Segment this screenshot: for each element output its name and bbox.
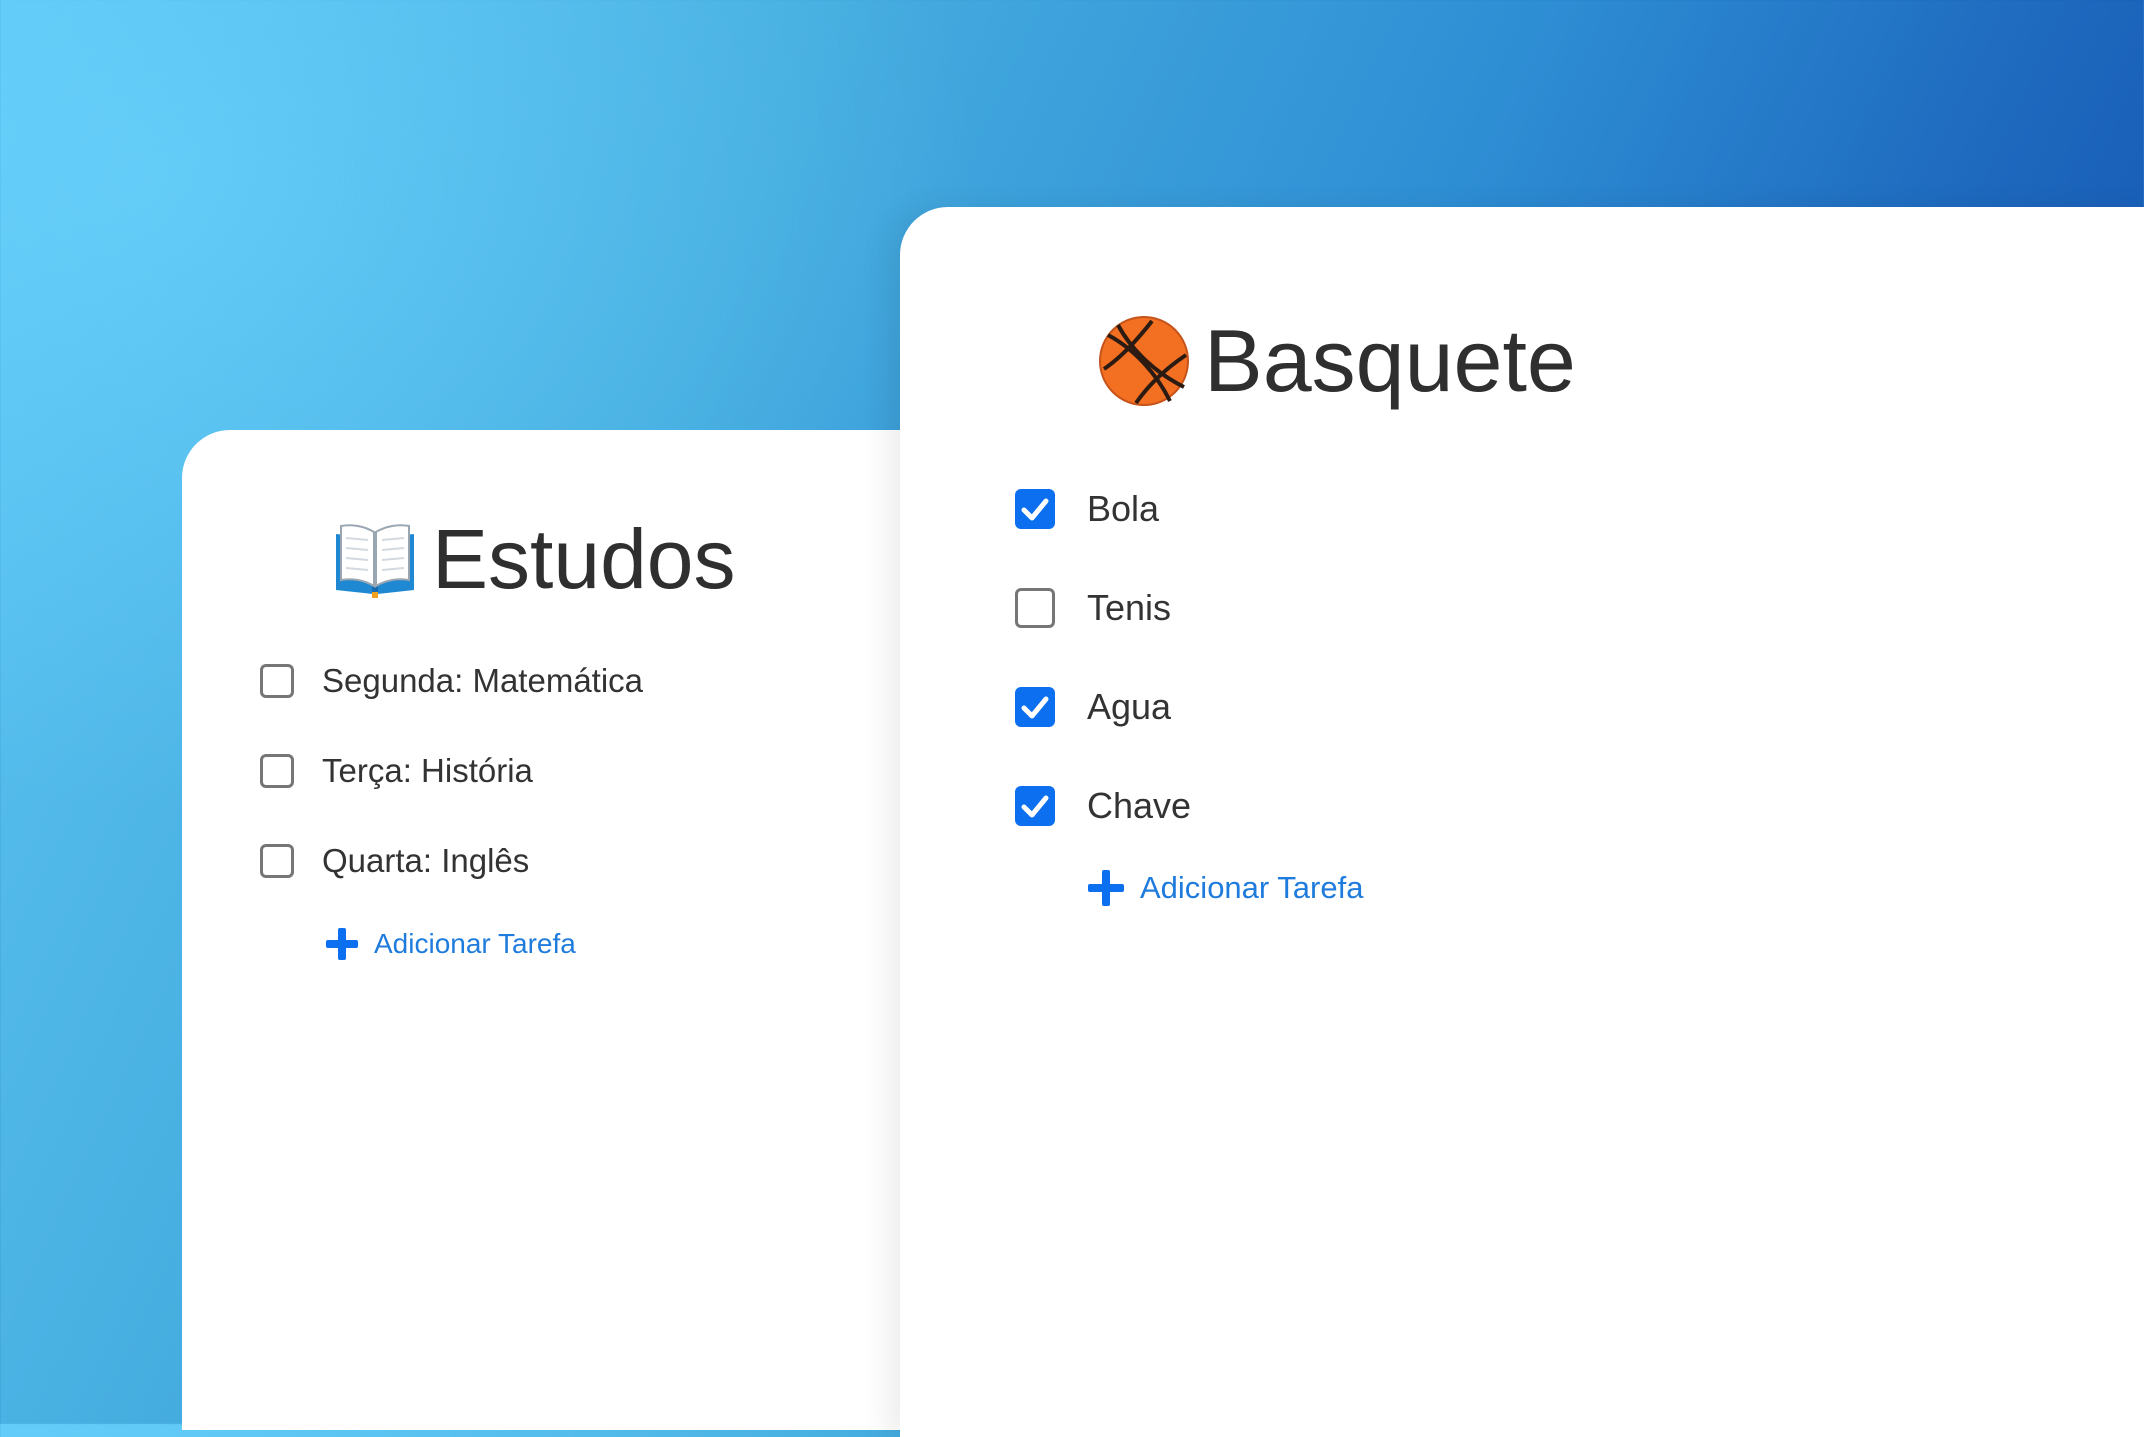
plus-icon: [1086, 868, 1126, 908]
estudos-task-list: Segunda: Matemática Terça: História Quar…: [260, 636, 643, 906]
task-label: Tenis: [1087, 586, 1172, 628]
task-item: Agua: [1015, 657, 1191, 756]
task-label: Segunda: Matemática: [322, 662, 644, 699]
estudos-card: Estudos Segunda: Matemática Terça: Histó…: [182, 430, 942, 1430]
task-item: Chave: [1015, 756, 1191, 855]
basquete-task-list: Bola Tenis Agua Chave: [1015, 459, 1191, 855]
task-label: Terça: História: [322, 752, 533, 789]
open-book-icon: [332, 520, 418, 598]
task-checkbox[interactable]: [260, 664, 294, 698]
task-checkbox-checked[interactable]: [1015, 686, 1055, 727]
task-checkbox[interactable]: [260, 754, 294, 788]
task-item: Segunda: Matemática: [260, 636, 643, 726]
task-label: Bola: [1087, 487, 1160, 529]
task-label: Chave: [1087, 784, 1192, 826]
task-label: Quarta: Inglês: [322, 842, 530, 879]
checkmark-icon: [1021, 498, 1049, 520]
estudos-add-task-button[interactable]: Adicionar Tarefa: [324, 926, 576, 962]
checkmark-icon: [1021, 696, 1049, 718]
task-checkbox[interactable]: [260, 844, 294, 878]
task-checkbox[interactable]: [1015, 587, 1055, 628]
checkmark-icon: [1021, 795, 1049, 817]
plus-icon: [324, 926, 360, 962]
add-task-label: Adicionar Tarefa: [1140, 870, 1364, 905]
add-task-label: Adicionar Tarefa: [374, 928, 576, 959]
basketball-icon: [1098, 315, 1190, 407]
task-item: Terça: História: [260, 726, 643, 816]
task-checkbox-checked[interactable]: [1015, 488, 1055, 529]
estudos-card-title: Estudos: [332, 512, 736, 606]
estudos-title-text: Estudos: [432, 511, 736, 606]
basquete-add-task-button[interactable]: Adicionar Tarefa: [1086, 868, 1363, 908]
task-item: Tenis: [1015, 558, 1191, 657]
task-checkbox-checked[interactable]: [1015, 785, 1055, 826]
basquete-card-title: Basquete: [1098, 311, 1576, 411]
basquete-card: Basquete Bola Tenis Agua Chave Adicionar…: [900, 207, 2144, 1437]
task-label: Agua: [1087, 685, 1172, 727]
task-item: Bola: [1015, 459, 1191, 558]
basquete-title-text: Basquete: [1204, 311, 1576, 410]
task-item: Quarta: Inglês: [260, 816, 643, 906]
